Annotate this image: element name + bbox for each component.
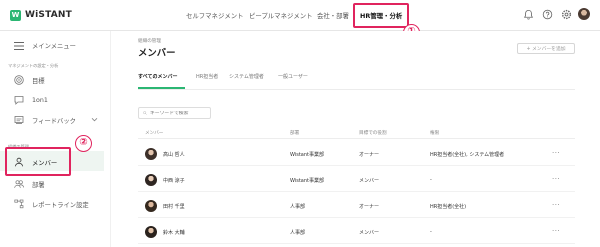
sidebar-item-report-line[interactable]: レポートライン設定 — [14, 199, 89, 209]
sidebar-main-menu-label: メインメニュー — [32, 43, 76, 50]
member-department: 人事部 — [290, 204, 306, 210]
sidebar-item-departments[interactable]: 部署 — [14, 179, 45, 189]
bell-icon[interactable] — [523, 9, 534, 20]
column-permission: 権限 — [430, 131, 440, 136]
table-row[interactable]: 鈴木 大輔 人事部 メンバー - ··· — [138, 220, 575, 244]
member-avatar — [145, 226, 157, 238]
sidebar-item-goals-label: 目標 — [32, 77, 45, 85]
main-content: 組織の管理 メンバー + メンバーを追加 すべてのメンバー HR担当者 システム… — [110, 31, 600, 247]
sidebar-item-report-line-label: レポートライン設定 — [32, 201, 89, 209]
member-avatar — [145, 148, 157, 160]
chevron-down-icon[interactable] — [91, 116, 98, 123]
row-more-button[interactable]: ··· — [552, 149, 560, 157]
sidebar-section-self: マネジメントの設定・分析 — [8, 63, 59, 68]
row-more-button[interactable]: ··· — [552, 201, 560, 209]
member-goal-role: オーナー — [359, 152, 380, 158]
annotation-box-1 — [353, 3, 409, 28]
logo-mark: W — [10, 9, 21, 21]
gear-icon[interactable] — [561, 9, 572, 20]
member-avatar — [145, 174, 157, 186]
group-icon — [14, 180, 24, 188]
member-goal-role: オーナー — [359, 204, 380, 210]
column-department: 部署 — [290, 131, 300, 136]
help-icon[interactable] — [542, 9, 553, 20]
table-row[interactable]: 高山 哲人 Wistant事業部 オーナー HR担当者(全社), システム管理者… — [138, 142, 575, 166]
user-avatar[interactable] — [578, 8, 590, 20]
nav-people-management[interactable]: ピープルマネジメント — [249, 11, 313, 20]
member-department: Wistant事業部 — [290, 152, 324, 158]
sidebar-item-departments-label: 部署 — [32, 181, 45, 189]
sidebar-item-feedback-label: フィードバック — [32, 117, 76, 125]
member-avatar — [145, 200, 157, 212]
table-header: メンバー 部署 目標での役割 権限 — [138, 129, 575, 139]
sidebar: メインメニュー マネジメントの設定・分析 目標 1on1 フィードバック 組織の… — [0, 31, 110, 247]
app-logo[interactable]: W WiSTANT — [10, 9, 72, 21]
member-permission: - — [430, 177, 432, 183]
annotation-badge-2: ② — [75, 135, 92, 152]
nav-company-dept[interactable]: 会社・部署 — [317, 11, 349, 20]
tabs-divider — [138, 89, 575, 90]
nav-self-management[interactable]: セルフマネジメント — [186, 11, 244, 20]
tab-all-members[interactable]: すべてのメンバー — [138, 73, 177, 80]
member-goal-role: メンバー — [359, 178, 380, 184]
search-icon — [143, 111, 147, 115]
top-bar: W WiSTANT セルフマネジメント ピープルマネジメント 会社・部署 HR管… — [0, 0, 600, 31]
tab-hr-staff[interactable]: HR担当者 — [196, 73, 218, 80]
member-department: 人事部 — [290, 230, 306, 236]
member-name[interactable]: 田村 千里 — [163, 203, 185, 210]
tab-system-admin[interactable]: システム管理者 — [229, 73, 264, 80]
add-member-button[interactable]: + メンバーを追加 — [517, 43, 575, 54]
sidebar-item-feedback[interactable]: フィードバック — [14, 115, 76, 125]
sidebar-main-menu[interactable]: メインメニュー — [14, 41, 76, 50]
sidebar-item-goals[interactable]: 目標 — [14, 75, 45, 85]
tab-general-users[interactable]: 一般ユーザー — [278, 73, 308, 80]
member-name[interactable]: 中西 涼子 — [163, 177, 185, 184]
member-permission: HR担当者(全社), システム管理者 — [430, 152, 505, 158]
hierarchy-icon — [14, 199, 24, 209]
table-row[interactable]: 田村 千里 人事部 オーナー HR担当者(全社) ··· — [138, 194, 575, 218]
member-department: Wistant事業部 — [290, 178, 324, 184]
chat-icon — [14, 96, 24, 105]
sidebar-item-1on1-label: 1on1 — [32, 96, 48, 104]
row-more-button[interactable]: ··· — [552, 175, 560, 183]
row-more-button[interactable]: ··· — [552, 227, 560, 235]
sidebar-item-1on1[interactable]: 1on1 — [14, 95, 48, 105]
member-permission: - — [430, 229, 432, 235]
breadcrumb[interactable]: 組織の管理 — [138, 38, 161, 44]
search-box[interactable] — [138, 107, 211, 119]
column-goal-role: 目標での役割 — [359, 131, 387, 136]
hamburger-icon — [14, 41, 24, 50]
member-name[interactable]: 高山 哲人 — [163, 151, 185, 158]
feedback-icon — [14, 116, 24, 124]
search-input[interactable] — [150, 110, 210, 116]
column-member: メンバー — [145, 131, 164, 136]
annotation-box-2 — [5, 147, 71, 176]
page-title: メンバー — [138, 48, 176, 59]
logo-text: WiSTANT — [25, 10, 72, 20]
member-name[interactable]: 鈴木 大輔 — [163, 229, 185, 236]
target-icon — [14, 75, 24, 85]
member-permission: HR担当者(全社) — [430, 204, 467, 210]
member-goal-role: メンバー — [359, 230, 380, 236]
table-row[interactable]: 中西 涼子 Wistant事業部 メンバー - ··· — [138, 168, 575, 192]
